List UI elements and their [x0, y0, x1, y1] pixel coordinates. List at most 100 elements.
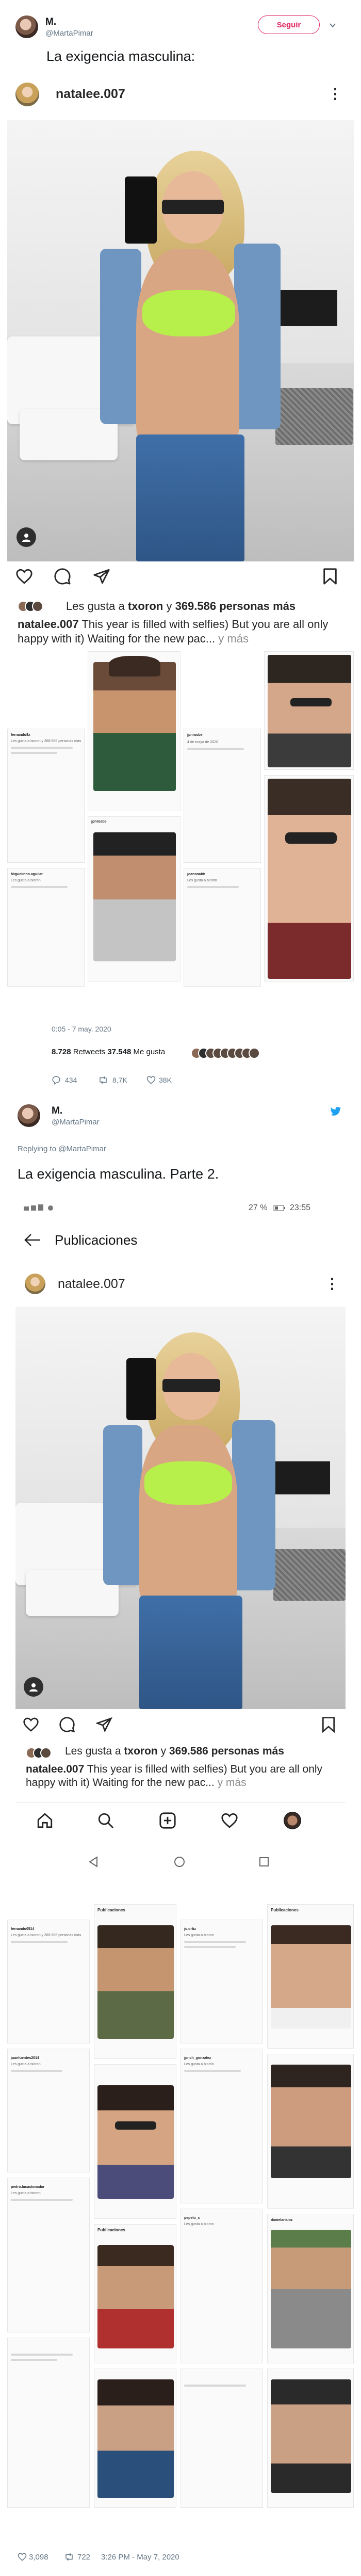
twitter-logo-icon[interactable] — [330, 1106, 341, 1117]
collage2-cell: Publicaciones — [267, 1904, 354, 2049]
ig-photo[interactable] — [7, 120, 354, 561]
tweet2-retweet-icon[interactable] — [64, 2552, 74, 2562]
follow-button[interactable]: Seguir — [258, 15, 320, 34]
retweet-icon[interactable] — [98, 1075, 108, 1085]
collage-text: Les gusta a txoron — [187, 879, 217, 882]
like-icon[interactable] — [146, 1075, 156, 1085]
collage2-cell: pedro.lucastonador Les gusta a txoron — [7, 2178, 90, 2332]
collage-username: Miguelinho.aguilar — [11, 873, 43, 876]
profile-avatar-icon[interactable] — [284, 1812, 301, 1829]
ig-bottom-nav — [15, 1802, 346, 1838]
ig2-more-options-icon[interactable]: ⋮ — [325, 1277, 339, 1291]
collage2-header: Publicaciones — [97, 1908, 125, 1912]
more-link[interactable]: y más — [215, 632, 249, 645]
reply-to-text[interactable]: Replying to @MartaPimar — [18, 1145, 106, 1153]
liked-by-avatars[interactable] — [18, 601, 43, 612]
tweet2-author-handle[interactable]: @MartaPimar — [52, 1118, 100, 1126]
chevron-down-icon[interactable] — [328, 21, 337, 30]
like-count: 38K — [159, 1076, 172, 1084]
ig2-comment-icon[interactable] — [59, 1716, 75, 1733]
more-options-icon[interactable]: ⋮ — [328, 87, 342, 101]
collage2-cell: Publicaciones — [94, 2224, 176, 2363]
collage2-cell — [94, 2369, 176, 2508]
home-icon[interactable] — [36, 1812, 54, 1829]
collage2-username: jpnch_gonzalez — [184, 2056, 211, 2060]
collage-text: Les gusta a txoron — [11, 879, 41, 882]
ig2-likes-summary[interactable]: Les gusta a txoron y 369.586 personas má… — [65, 1745, 284, 1758]
collage2-cell — [94, 2064, 176, 2219]
back-arrow-icon[interactable] — [24, 1233, 41, 1247]
user-tag-icon[interactable] — [17, 527, 36, 547]
collage2-cell: jo.ortiz Les gusta a txoron — [180, 1920, 263, 2043]
collage2-username: danielarianiz — [271, 2218, 293, 2222]
collage-cell: jpnrosbe — [88, 816, 180, 981]
ig2-heart-icon[interactable] — [23, 1716, 39, 1733]
collage2-cell: pepelu_x Les gusta a txoron — [180, 2209, 263, 2363]
tweet2-time[interactable]: 3:26 PM - May 7, 2020 — [101, 2553, 179, 2562]
tweet-media-collage[interactable]: fernando8x Les gusta a txoron y 369.586 … — [7, 651, 354, 1012]
collage2-text: Les gusta a txoron — [184, 1934, 214, 1937]
collage-username: joansnahh — [187, 873, 206, 876]
likes-summary[interactable]: Les gusta a txoron y 369.586 personas má… — [66, 600, 296, 613]
ig2-username[interactable]: natalee.007 — [58, 1277, 125, 1292]
ig2-liked-by-avatars[interactable] — [26, 1747, 52, 1759]
system-home-icon[interactable] — [173, 1856, 186, 1868]
system-back-icon[interactable] — [88, 1856, 100, 1868]
ig2-user-tag-icon[interactable] — [24, 1677, 43, 1697]
likers-avatars[interactable] — [191, 1048, 260, 1059]
collage-cell — [264, 651, 354, 770]
collage2-username: pepelu_x — [184, 2216, 200, 2220]
tweet-timestamp[interactable]: 0:05 - 7 may. 2020 — [52, 1025, 111, 1033]
collage2-cell: juanfuentes2014 Les gusta a txoron — [7, 2049, 90, 2172]
collage-username: fernando8x — [11, 733, 30, 737]
tweet-text: La exigencia masculina: — [46, 49, 195, 64]
collage-cell: joansnahh Les gusta a txoron — [184, 868, 261, 987]
collage2-username: fernando0514 — [11, 1927, 35, 1931]
screen-title: Publicaciones — [55, 1232, 138, 1248]
comment-icon[interactable] — [54, 568, 71, 585]
ig2-more-link[interactable]: y más — [215, 1777, 247, 1789]
tweet2-author-avatar[interactable] — [18, 1104, 40, 1127]
collage2-cell: jpnch_gonzalez Les gusta a txoron — [180, 2049, 263, 2203]
tweet2-retweet-count: 722 — [77, 2553, 91, 2562]
share-icon[interactable] — [93, 568, 110, 585]
collage-username: jpnrosbe — [91, 820, 107, 824]
tweet-author-avatar[interactable] — [15, 15, 38, 38]
collage-cell — [264, 775, 354, 981]
ig-username[interactable]: natalee.007 — [56, 87, 125, 102]
search-icon[interactable] — [97, 1812, 114, 1829]
bookmark-icon[interactable] — [322, 568, 338, 585]
status-bar-left — [24, 1204, 60, 1214]
tweet-stats[interactable]: 8.728 Retweets 37.548 Me gusta — [52, 1048, 165, 1056]
collage-username: jpnrosbe — [187, 733, 203, 737]
ig-avatar[interactable] — [15, 83, 39, 106]
battery-level: 27 % — [249, 1203, 268, 1212]
activity-heart-icon[interactable] — [221, 1812, 238, 1829]
collage2-text: Les gusta a txoron — [11, 2192, 41, 2195]
tweet-author-name[interactable]: M. — [45, 17, 56, 28]
collage2-cell — [180, 2369, 263, 2508]
tweet2-media-collage[interactable]: fernando0514 Les gusta a txoron y 369.58… — [7, 1904, 354, 2529]
ig2-avatar[interactable] — [25, 1274, 45, 1294]
tweet2-like-icon[interactable] — [18, 2552, 27, 2562]
collage-date: 4 de mayo de 2020 — [187, 740, 218, 744]
tweet2-author-name[interactable]: M. — [52, 1105, 62, 1117]
ig2-share-icon[interactable] — [96, 1716, 112, 1733]
collage2-cell — [267, 2369, 354, 2508]
collage2-text: Les gusta a txoron — [184, 2223, 214, 2226]
system-recents-icon[interactable] — [258, 1856, 270, 1868]
heart-icon[interactable] — [15, 568, 33, 585]
ig-caption: natalee.007 This year is filled with sel… — [18, 618, 329, 645]
collage2-cell: fernando0514 Les gusta a txoron y 369.58… — [7, 1920, 90, 2043]
reply-icon[interactable] — [52, 1075, 61, 1085]
collage2-text: Les gusta a txoron y 369.586 personas má… — [11, 1934, 81, 1937]
ig2-bookmark-icon[interactable] — [321, 1716, 336, 1733]
ig2-caption: natalee.007 This year is filled with sel… — [26, 1763, 323, 1789]
system-nav-bar — [15, 1842, 346, 1883]
new-post-icon[interactable] — [159, 1812, 176, 1829]
battery-icon — [273, 1204, 286, 1212]
collage2-text: Les gusta a txoron — [184, 2063, 214, 2066]
ig2-photo[interactable] — [15, 1307, 346, 1709]
tweet-author-handle[interactable]: @MartaPimar — [45, 29, 93, 38]
collage-cell: Miguelinho.aguilar Les gusta a txoron — [7, 868, 85, 987]
